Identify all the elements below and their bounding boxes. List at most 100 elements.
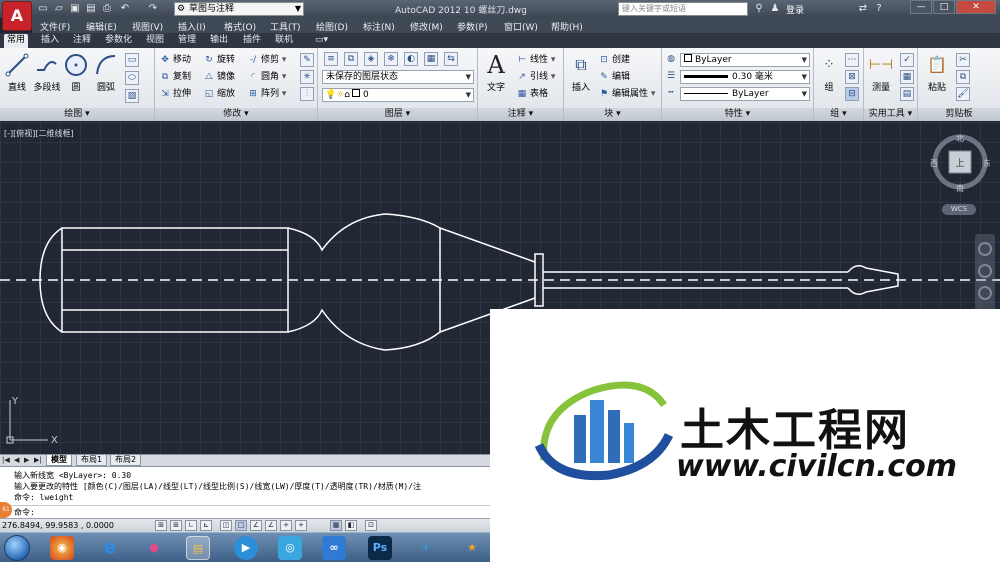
tab-output[interactable]: 输出 (207, 34, 231, 48)
workspace-dropdown[interactable]: ⚙ 草图与注释 ▼ (174, 2, 304, 16)
modify-panel-title[interactable]: 修改 ▾ (155, 108, 317, 121)
menu-view[interactable]: 视图(V) (132, 20, 163, 33)
lineweight-toggle[interactable]: ▦ (330, 520, 342, 531)
color-dropdown[interactable]: ByLayer ▼ (680, 53, 810, 67)
tab-manage[interactable]: 管理 (175, 34, 199, 48)
copy-button[interactable]: ⧉ 复制 (159, 70, 191, 84)
erase-icon[interactable]: ✎ (300, 53, 314, 67)
taskbar-star-icon[interactable]: ★ (460, 536, 484, 560)
layer-isolate-icon[interactable]: ◈ (364, 52, 378, 66)
minimize-button[interactable]: — (910, 0, 932, 14)
close-button[interactable]: ✕ (956, 0, 996, 14)
group-edit-icon[interactable]: ⊠ (845, 70, 859, 84)
save-icon[interactable]: ▣ (68, 2, 82, 15)
tab-layout2[interactable]: 布局2 (110, 455, 142, 466)
clipboard-panel-title[interactable]: 剪贴板 (918, 108, 1000, 121)
menu-edit[interactable]: 编辑(E) (86, 20, 117, 33)
circle-button[interactable]: 圆 (62, 52, 90, 93)
line-button[interactable]: 直线 (2, 52, 32, 93)
edit-attributes-button[interactable]: ⚑ 编辑属性 ▾ (598, 87, 655, 101)
create-block-button[interactable]: ⊡ 创建 (598, 53, 630, 67)
next-layout-icon[interactable]: ▶ (24, 456, 29, 464)
taskbar-bird-icon[interactable]: ✈ (414, 536, 438, 560)
groups-panel-title[interactable]: 组 ▾ (814, 108, 863, 121)
measure-button[interactable]: ⊢⊣ 测量 (866, 52, 896, 93)
layer-state-dropdown[interactable]: 未保存的图层状态 ▼ (322, 70, 474, 84)
last-layout-icon[interactable]: ▶| (34, 456, 42, 464)
viewcube[interactable]: 上 北 南 东 西 (930, 132, 990, 192)
selection-cycling-toggle[interactable]: ⊡ (365, 520, 377, 531)
layers-panel-title[interactable]: 图层 ▾ (318, 108, 477, 121)
array-button[interactable]: ⊞ 阵列 ▾ (247, 87, 286, 101)
tab-plugins[interactable]: 插件 (240, 34, 264, 48)
menu-format[interactable]: 格式(O) (224, 20, 256, 33)
new-file-icon[interactable]: ▭ (36, 2, 50, 15)
menu-help[interactable]: 帮助(H) (551, 20, 583, 33)
menu-window[interactable]: 窗口(W) (504, 20, 538, 33)
ellipse-icon[interactable]: ⬭ (125, 71, 139, 85)
insert-block-button[interactable]: ⧉ 插入 (566, 52, 596, 93)
dynamic-input-toggle[interactable]: + (295, 520, 307, 531)
layer-states-icon[interactable]: ⧉ (344, 52, 358, 66)
color-wheel-icon[interactable]: ◍ (664, 53, 678, 67)
object-snap-toggle[interactable]: □ (235, 520, 247, 531)
polar-tracking-toggle[interactable]: ◫ (220, 520, 232, 531)
infer-constraints-toggle[interactable]: ⊞ (155, 520, 167, 531)
offset-icon[interactable]: ⫶ (300, 87, 314, 101)
transparency-toggle[interactable]: ◧ (345, 520, 357, 531)
plot-icon[interactable]: ⎙ (100, 2, 114, 15)
layer-properties-icon[interactable]: ≡ (324, 52, 338, 66)
annotation-panel-title[interactable]: 注释 ▾ (478, 108, 563, 121)
navigation-bar[interactable] (975, 234, 995, 314)
menu-draw[interactable]: 绘图(D) (316, 20, 348, 33)
tab-view[interactable]: 视图 (143, 34, 167, 48)
menu-dimension[interactable]: 标注(N) (363, 20, 395, 33)
lineweight-dropdown[interactable]: 0.30 毫米 ▼ (680, 70, 810, 84)
snap-mode-toggle[interactable]: ⊞ (170, 520, 182, 531)
trim-button[interactable]: -/修剪 ▾ (247, 53, 287, 67)
table-button[interactable]: ▦ 表格 (516, 87, 548, 101)
user-icon[interactable]: ♟ (768, 2, 782, 16)
text-button[interactable]: A 文字 (480, 52, 512, 93)
linetype-dropdown[interactable]: ByLayer ▼ (680, 87, 810, 101)
previous-layout-icon[interactable]: ◀ (14, 456, 19, 464)
steering-wheel-icon[interactable] (978, 242, 992, 256)
match-properties-icon[interactable]: 🖌 (956, 87, 970, 101)
utilities-panel-title[interactable]: 实用工具 ▾ (864, 108, 917, 121)
lineweight-icon[interactable]: ☰ (664, 70, 678, 84)
taskbar-player-icon[interactable]: ▶ (234, 536, 258, 560)
tab-model[interactable]: 模型 (46, 455, 72, 466)
layer-lock-icon[interactable]: ▦ (424, 52, 438, 66)
start-button[interactable] (4, 535, 30, 561)
save-as-icon[interactable]: ▤ (84, 2, 98, 15)
pan-icon[interactable] (978, 264, 992, 278)
menu-file[interactable]: 文件(F) (40, 20, 70, 33)
linetype-icon[interactable]: ┅ (664, 87, 678, 101)
cut-icon[interactable]: ✂ (956, 53, 970, 67)
taskbar-baidu-icon[interactable]: ∞ (322, 536, 346, 560)
taskbar-media-icon[interactable]: ◉ (50, 536, 74, 560)
layer-off-icon[interactable]: ◐ (404, 52, 418, 66)
maximize-button[interactable]: □ (933, 0, 955, 14)
id-point-icon[interactable]: ▤ (900, 87, 914, 101)
tab-parametric[interactable]: 参数化 (102, 34, 135, 48)
rectangle-icon[interactable]: ▭ (125, 53, 139, 67)
hatch-icon[interactable]: ▨ (125, 89, 139, 103)
search-input[interactable]: 键入关键字或短语 (618, 2, 748, 16)
object-snap-tracking-toggle[interactable]: ∠ (265, 520, 277, 531)
layer-match-icon[interactable]: ⇆ (444, 52, 458, 66)
zoom-icon[interactable] (978, 286, 992, 300)
draw-panel-title[interactable]: 绘图 ▾ (0, 108, 154, 121)
polyline-button[interactable]: 多段线 (30, 52, 64, 93)
help-icon[interactable]: ? (872, 2, 886, 16)
menu-modify[interactable]: 修改(M) (410, 20, 443, 33)
menu-insert[interactable]: 插入(I) (178, 20, 206, 33)
dynamic-ucs-toggle[interactable]: + (280, 520, 292, 531)
application-menu-button[interactable]: A (2, 1, 32, 31)
mirror-button[interactable]: ⧍ 镜像 (203, 70, 235, 84)
binoculars-icon[interactable]: ⚲ (752, 2, 766, 16)
open-file-icon[interactable]: ▱ (52, 2, 66, 15)
menu-tools[interactable]: 工具(T) (270, 20, 301, 33)
taskbar-ie-icon[interactable]: e (98, 536, 122, 560)
grid-display-toggle[interactable]: ∟ (185, 520, 197, 531)
